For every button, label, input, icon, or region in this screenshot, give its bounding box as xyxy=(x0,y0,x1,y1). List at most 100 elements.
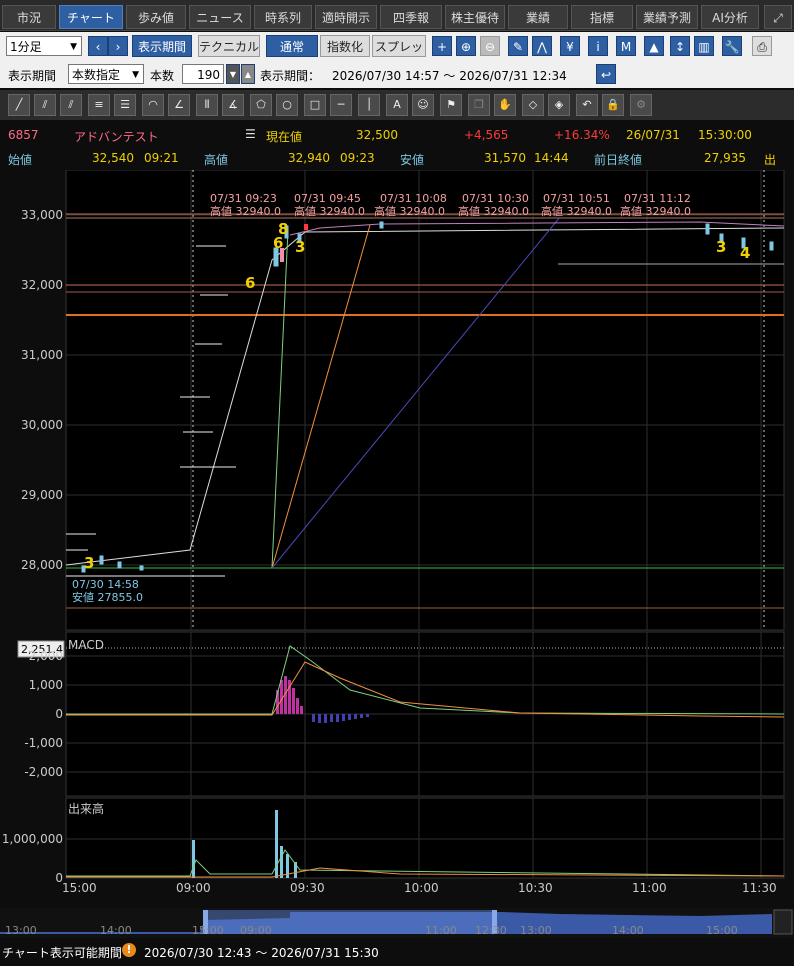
tab-chart[interactable]: チャート xyxy=(59,5,123,29)
main-tab-bar: 市況 チャート 歩み値 ニュース 時系列 適時開示 四季報 株主優待 業績 指標… xyxy=(0,0,794,31)
line-tool-icon[interactable]: ╱ xyxy=(8,94,30,116)
svg-text:1,000: 1,000 xyxy=(29,678,63,692)
open-value: 32,540 xyxy=(92,151,134,165)
arc-tool-icon[interactable]: ◠ xyxy=(142,94,164,116)
wrench-icon[interactable]: 🔧 xyxy=(722,36,742,56)
footer-label: チャート表示可能期間 xyxy=(2,946,122,960)
tab-disclosure[interactable]: 適時開示 xyxy=(315,5,377,29)
stock-code: 6857 xyxy=(8,128,39,142)
chart-canvas[interactable]: 33,000 32,000 31,000 30,000 29,000 28,00… xyxy=(0,170,794,908)
low-ann-time: 07/30 14:58 xyxy=(72,578,139,591)
hand-tool-icon[interactable]: ✋ xyxy=(494,94,516,116)
stock-header: 6857 アドバンテスト ☰ 現在値 32,500 +4,565 +16.34%… xyxy=(0,124,794,146)
settings-tool-icon[interactable]: ⚙ xyxy=(630,94,652,116)
eraser-tool-icon[interactable]: ◇ xyxy=(522,94,544,116)
macd-panel: MACD 2,251.4 2,000 1,000 0 -1,000 -2,000 xyxy=(17,631,785,797)
eraser-all-tool-icon[interactable]: ◈ xyxy=(548,94,570,116)
vline-tool-icon[interactable]: │ xyxy=(358,94,380,116)
expand-icon[interactable]: ⤢ xyxy=(764,5,792,29)
quote-time: 15:30:00 xyxy=(698,128,752,142)
angle-tool-icon[interactable]: ∡ xyxy=(222,94,244,116)
fan-tool-icon[interactable]: ∠ xyxy=(168,94,190,116)
vlines-tool-icon[interactable]: ⦀ xyxy=(196,94,218,116)
count-label: 本数 xyxy=(150,69,175,83)
svg-text:0: 0 xyxy=(55,707,63,721)
prev-icon[interactable]: ‹ xyxy=(88,36,108,56)
range-navigator[interactable]: 13:00 14:00 15:00 09:00 11:00 12:30 13:0… xyxy=(0,908,794,938)
marker-6a: 6 xyxy=(273,234,283,252)
interval-select[interactable]: 1分足 ▼ xyxy=(6,36,82,56)
info-icon[interactable]: i xyxy=(588,36,608,56)
bar-chart-icon[interactable]: ▥ xyxy=(694,36,714,56)
stamp-tool-icon[interactable]: ⚑ xyxy=(440,94,462,116)
count-input[interactable]: 190 xyxy=(182,64,224,84)
fib-tool-icon[interactable]: ☰ xyxy=(114,94,136,116)
change-pct: +16.34% xyxy=(554,128,610,142)
icon-tool-icon[interactable]: ☺ xyxy=(412,94,434,116)
technical-button[interactable]: テクニカル xyxy=(198,35,260,57)
mode-normal-button[interactable]: 通常 xyxy=(266,35,318,57)
text-tool-icon[interactable]: A xyxy=(386,94,408,116)
count-down-icon[interactable]: ▼ xyxy=(226,64,240,84)
tab-timeseries[interactable]: 時系列 xyxy=(254,5,312,29)
auto-icon[interactable]: ↕ xyxy=(670,36,690,56)
display-period-button[interactable]: 表示期間 xyxy=(132,35,192,57)
high-ann-time-1: 07/31 09:23 xyxy=(210,192,277,205)
svg-text:12:30: 12:30 xyxy=(475,924,507,937)
tab-ai[interactable]: AI分析 xyxy=(701,5,759,29)
quote-date: 26/07/31 xyxy=(626,128,680,142)
tab-ticks[interactable]: 歩み値 xyxy=(126,5,186,29)
parallel-tool-icon[interactable]: ⫽ xyxy=(60,94,82,116)
period-label: 表示期間 xyxy=(8,69,57,83)
yen-icon[interactable]: ¥ xyxy=(560,36,580,56)
my-icon[interactable]: M xyxy=(616,36,636,56)
volume-panel: 出来高 1,000,000 0 xyxy=(2,797,785,885)
crosshair-icon[interactable]: + xyxy=(432,36,452,56)
next-icon[interactable]: › xyxy=(108,36,128,56)
channel-tool-icon[interactable]: ⫽ xyxy=(34,94,56,116)
zoom-out-icon[interactable]: ⊖ xyxy=(480,36,500,56)
svg-text:-1,000: -1,000 xyxy=(24,736,63,750)
current-price: 32,500 xyxy=(356,128,398,142)
high-value: 32,940 xyxy=(288,151,330,165)
rect-tool-icon[interactable]: □ xyxy=(304,94,326,116)
trend-icon[interactable]: ⋀ xyxy=(532,36,552,56)
area-chart-icon[interactable]: ▲ xyxy=(644,36,664,56)
undo-tool-icon[interactable]: ↶ xyxy=(576,94,598,116)
period-bar: 表示期間 本数指定 ▼ 本数 190 ▼ ▲ 表示期間： 2026/07/30 1… xyxy=(0,60,794,88)
open-label: 始値 xyxy=(8,153,33,167)
tab-market[interactable]: 市況 xyxy=(2,5,56,29)
pencil-icon[interactable]: ✎ xyxy=(508,36,528,56)
circle-tool-icon[interactable]: ○ xyxy=(276,94,298,116)
zoom-in-icon[interactable]: ⊕ xyxy=(456,36,476,56)
tab-news[interactable]: ニュース xyxy=(189,5,251,29)
low-label: 安値 xyxy=(400,153,425,167)
hline-tool-icon[interactable]: ─ xyxy=(330,94,352,116)
mode-index-button[interactable]: 指数化 xyxy=(320,35,370,57)
copy-tool-icon[interactable]: ❐ xyxy=(468,94,490,116)
y-tick-30000: 30,000 xyxy=(21,418,63,432)
marker-3b: 3 xyxy=(295,238,305,256)
marker-6b: 6 xyxy=(245,274,255,292)
lock-tool-icon[interactable]: 🔒 xyxy=(602,94,624,116)
hlines-tool-icon[interactable]: ≡ xyxy=(88,94,110,116)
count-up-icon[interactable]: ▲ xyxy=(241,64,255,84)
tab-results[interactable]: 業績 xyxy=(508,5,568,29)
tab-forecast[interactable]: 業績予測 xyxy=(636,5,698,29)
print-icon[interactable]: ⎙ xyxy=(752,36,772,56)
tab-shikiho[interactable]: 四季報 xyxy=(380,5,442,29)
reset-icon[interactable]: ↩ xyxy=(596,64,616,84)
range-value: 2026/07/30 14:57 ～ 2026/07/31 12:34 xyxy=(332,69,567,83)
period-type-select[interactable]: 本数指定 ▼ xyxy=(68,64,144,84)
marker-3c: 3 xyxy=(716,238,726,256)
warning-icon[interactable]: ! xyxy=(122,943,136,957)
mode-spread-button[interactable]: スプレッド xyxy=(372,35,426,76)
svg-text:15:00: 15:00 xyxy=(706,924,738,937)
tab-indicators[interactable]: 指標 xyxy=(571,5,633,29)
low-time: 14:44 xyxy=(534,151,569,165)
tab-benefits[interactable]: 株主優待 xyxy=(445,5,505,29)
pentagon-tool-icon[interactable]: ⬠ xyxy=(250,94,272,116)
y-tick-28000: 28,000 xyxy=(21,558,63,572)
high-ann-label-1: 高値 32940.0 xyxy=(210,204,281,218)
chart-toolbar: 1分足▼ ‹ › 表示期間 テクニカル 通常 指数化 スプレッド + ⊕ ⊖ ✎… xyxy=(0,32,794,76)
